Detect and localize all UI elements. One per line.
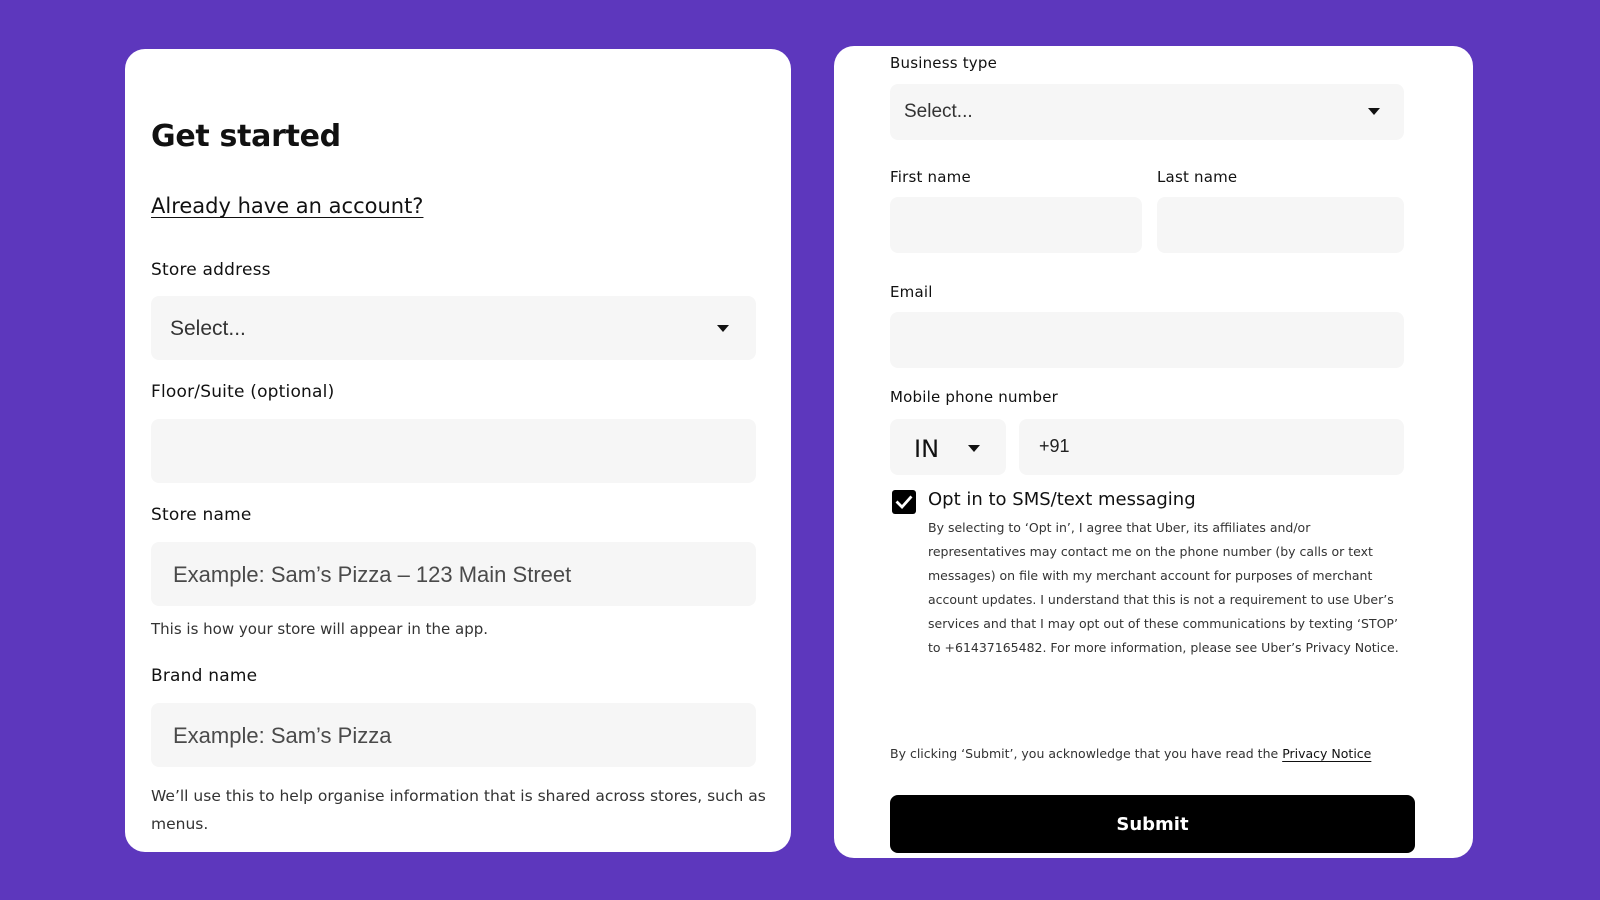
acknowledge-notice: By clicking ‘Submit’, you acknowledge th… xyxy=(890,746,1371,761)
store-name-placeholder: Example: Sam’s Pizza – 123 Main Street xyxy=(173,562,572,587)
chevron-down-icon xyxy=(1368,108,1380,115)
submit-button[interactable]: Submit xyxy=(890,795,1415,853)
mobile-phone-label: Mobile phone number xyxy=(890,388,1059,406)
chevron-down-icon xyxy=(717,325,729,332)
privacy-notice-link[interactable]: Privacy Notice xyxy=(1282,746,1371,761)
sms-disclaimer: By selecting to ‘Opt in’, I agree that U… xyxy=(928,520,1399,655)
business-type-value: Select... xyxy=(904,101,973,122)
signup-card-left: Get started Already have an account? Sto… xyxy=(125,49,791,852)
store-name-input[interactable]: Example: Sam’s Pizza – 123 Main Street xyxy=(151,542,756,606)
first-name-label: First name xyxy=(890,168,971,186)
chevron-down-icon xyxy=(968,445,980,452)
last-name-input[interactable] xyxy=(1157,197,1404,253)
business-type-label: Business type xyxy=(890,54,998,72)
brand-name-hint: We’ll use this to help organise informat… xyxy=(151,787,766,833)
brand-name-placeholder: Example: Sam’s Pizza xyxy=(173,723,392,748)
store-name-hint: This is how your store will appear in th… xyxy=(151,620,489,638)
country-code-select[interactable]: IN xyxy=(890,419,1006,475)
brand-name-label: Brand name xyxy=(151,666,258,686)
last-name-label: Last name xyxy=(1157,168,1238,186)
first-name-input[interactable] xyxy=(890,197,1142,253)
store-name-label: Store name xyxy=(151,505,252,525)
floor-suite-label: Floor/Suite (optional) xyxy=(151,382,335,402)
acknowledge-text: By clicking ‘Submit’, you acknowledge th… xyxy=(890,746,1279,761)
brand-name-input[interactable]: Example: Sam’s Pizza xyxy=(151,703,756,767)
email-input[interactable] xyxy=(890,312,1404,368)
store-address-value: Select... xyxy=(170,317,246,340)
country-code-value: IN xyxy=(914,435,940,463)
business-type-select[interactable]: Select... xyxy=(890,84,1404,140)
phone-number-input[interactable]: +91 xyxy=(1019,419,1404,475)
sms-opt-in-label: Opt in to SMS/text messaging xyxy=(928,489,1196,510)
page-title: Get started xyxy=(151,119,341,154)
email-label: Email xyxy=(890,283,933,301)
phone-prefix: +91 xyxy=(1039,436,1070,456)
sms-opt-in-checkbox[interactable] xyxy=(892,490,916,514)
store-address-label: Store address xyxy=(151,260,271,280)
checkmark-icon xyxy=(895,495,913,510)
signup-card-right: Business type Select... First name Last … xyxy=(834,46,1473,858)
floor-suite-input[interactable] xyxy=(151,419,756,483)
store-address-select[interactable]: Select... xyxy=(151,296,756,360)
already-have-account-link[interactable]: Already have an account? xyxy=(151,194,423,218)
